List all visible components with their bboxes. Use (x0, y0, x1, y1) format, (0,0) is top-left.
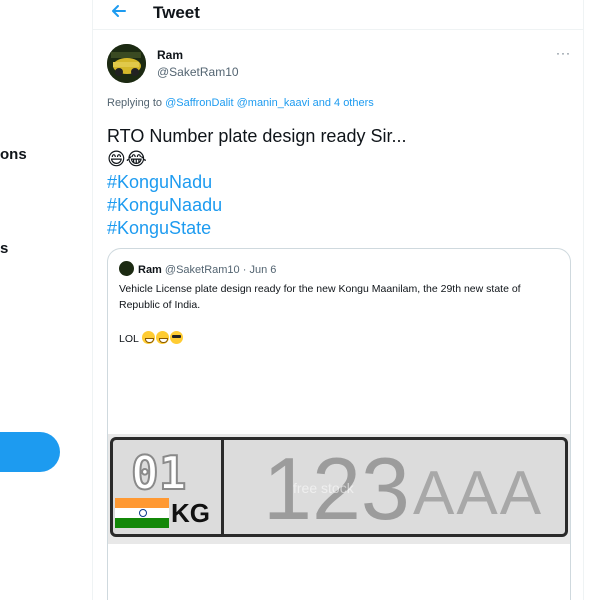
quoted-tweet-date: Jun 6 (249, 264, 277, 276)
page: ons s Tweet Ram @SaketRam10 ··· Replying… (0, 0, 600, 600)
others-link[interactable]: and 4 others (313, 97, 374, 109)
mention-link[interactable]: @manin_kaavi (237, 97, 310, 109)
separator: · (242, 264, 247, 276)
watermark: free stock (293, 480, 354, 496)
quoted-tweet[interactable]: Ram @SaketRam10 · Jun 6 Vehicle License … (107, 248, 571, 600)
avatar (119, 261, 134, 276)
license-plate-image[interactable]: 01 KG 123 AAA free stock (108, 434, 570, 544)
compose-tweet-button[interactable] (0, 432, 60, 472)
sidebar-item-lists[interactable]: s (0, 240, 8, 257)
tweet-emojis: 😄😂 (107, 149, 147, 169)
grin-emoji-icon (156, 331, 170, 344)
sidebar-item-notifications[interactable]: ons (0, 146, 27, 163)
more-options-icon[interactable]: ··· (556, 46, 571, 60)
hashtag-link[interactable]: #KonguState (107, 217, 567, 240)
page-header: Tweet (93, 0, 583, 30)
quoted-author-name: Ram (138, 264, 162, 276)
page-title: Tweet (153, 3, 200, 22)
hashtag-link[interactable]: #KonguNaadu (107, 194, 567, 217)
grin-emoji-icon (142, 331, 156, 344)
quoted-tweet-header: Ram @SaketRam10 · Jun 6 (119, 261, 276, 277)
plate-code: 01 (130, 445, 187, 501)
avatar[interactable] (107, 44, 146, 83)
tweet-text: RTO Number plate design ready Sir... 😄😂 … (107, 125, 567, 240)
sunglasses-emoji-icon (170, 331, 184, 344)
plate-letters: AAA (413, 459, 544, 528)
quoted-tweet-body: Vehicle License plate design ready for t… (119, 283, 521, 311)
tweet-author: Ram @SaketRam10 ··· (107, 44, 571, 84)
replying-to: Replying to @SaffronDalit @manin_kaavi a… (107, 97, 374, 109)
india-flag-icon (115, 498, 169, 528)
main-column: Tweet Ram @SaketRam10 ··· Replying to @S… (92, 0, 584, 600)
quoted-tweet-lol: LOL (119, 331, 184, 347)
replying-to-label: Replying to (107, 97, 166, 109)
tweet-body: RTO Number plate design ready Sir... (107, 126, 407, 146)
plate-state-code: KG (171, 498, 210, 528)
lol-text: LOL (119, 333, 139, 345)
mention-link[interactable]: @SaffronDalit (165, 97, 233, 109)
sidebar: ons s (0, 0, 92, 600)
back-arrow-icon[interactable] (109, 1, 129, 21)
avatar-image (107, 44, 146, 83)
author-name[interactable]: Ram (157, 48, 183, 62)
license-plate: 01 KG 123 AAA free stock (110, 437, 568, 537)
hashtag-link[interactable]: #KonguNadu (107, 171, 567, 194)
author-handle[interactable]: @SaketRam10 (157, 65, 239, 79)
quoted-author-handle: @SaketRam10 (164, 264, 240, 276)
plate-divider (221, 440, 224, 534)
